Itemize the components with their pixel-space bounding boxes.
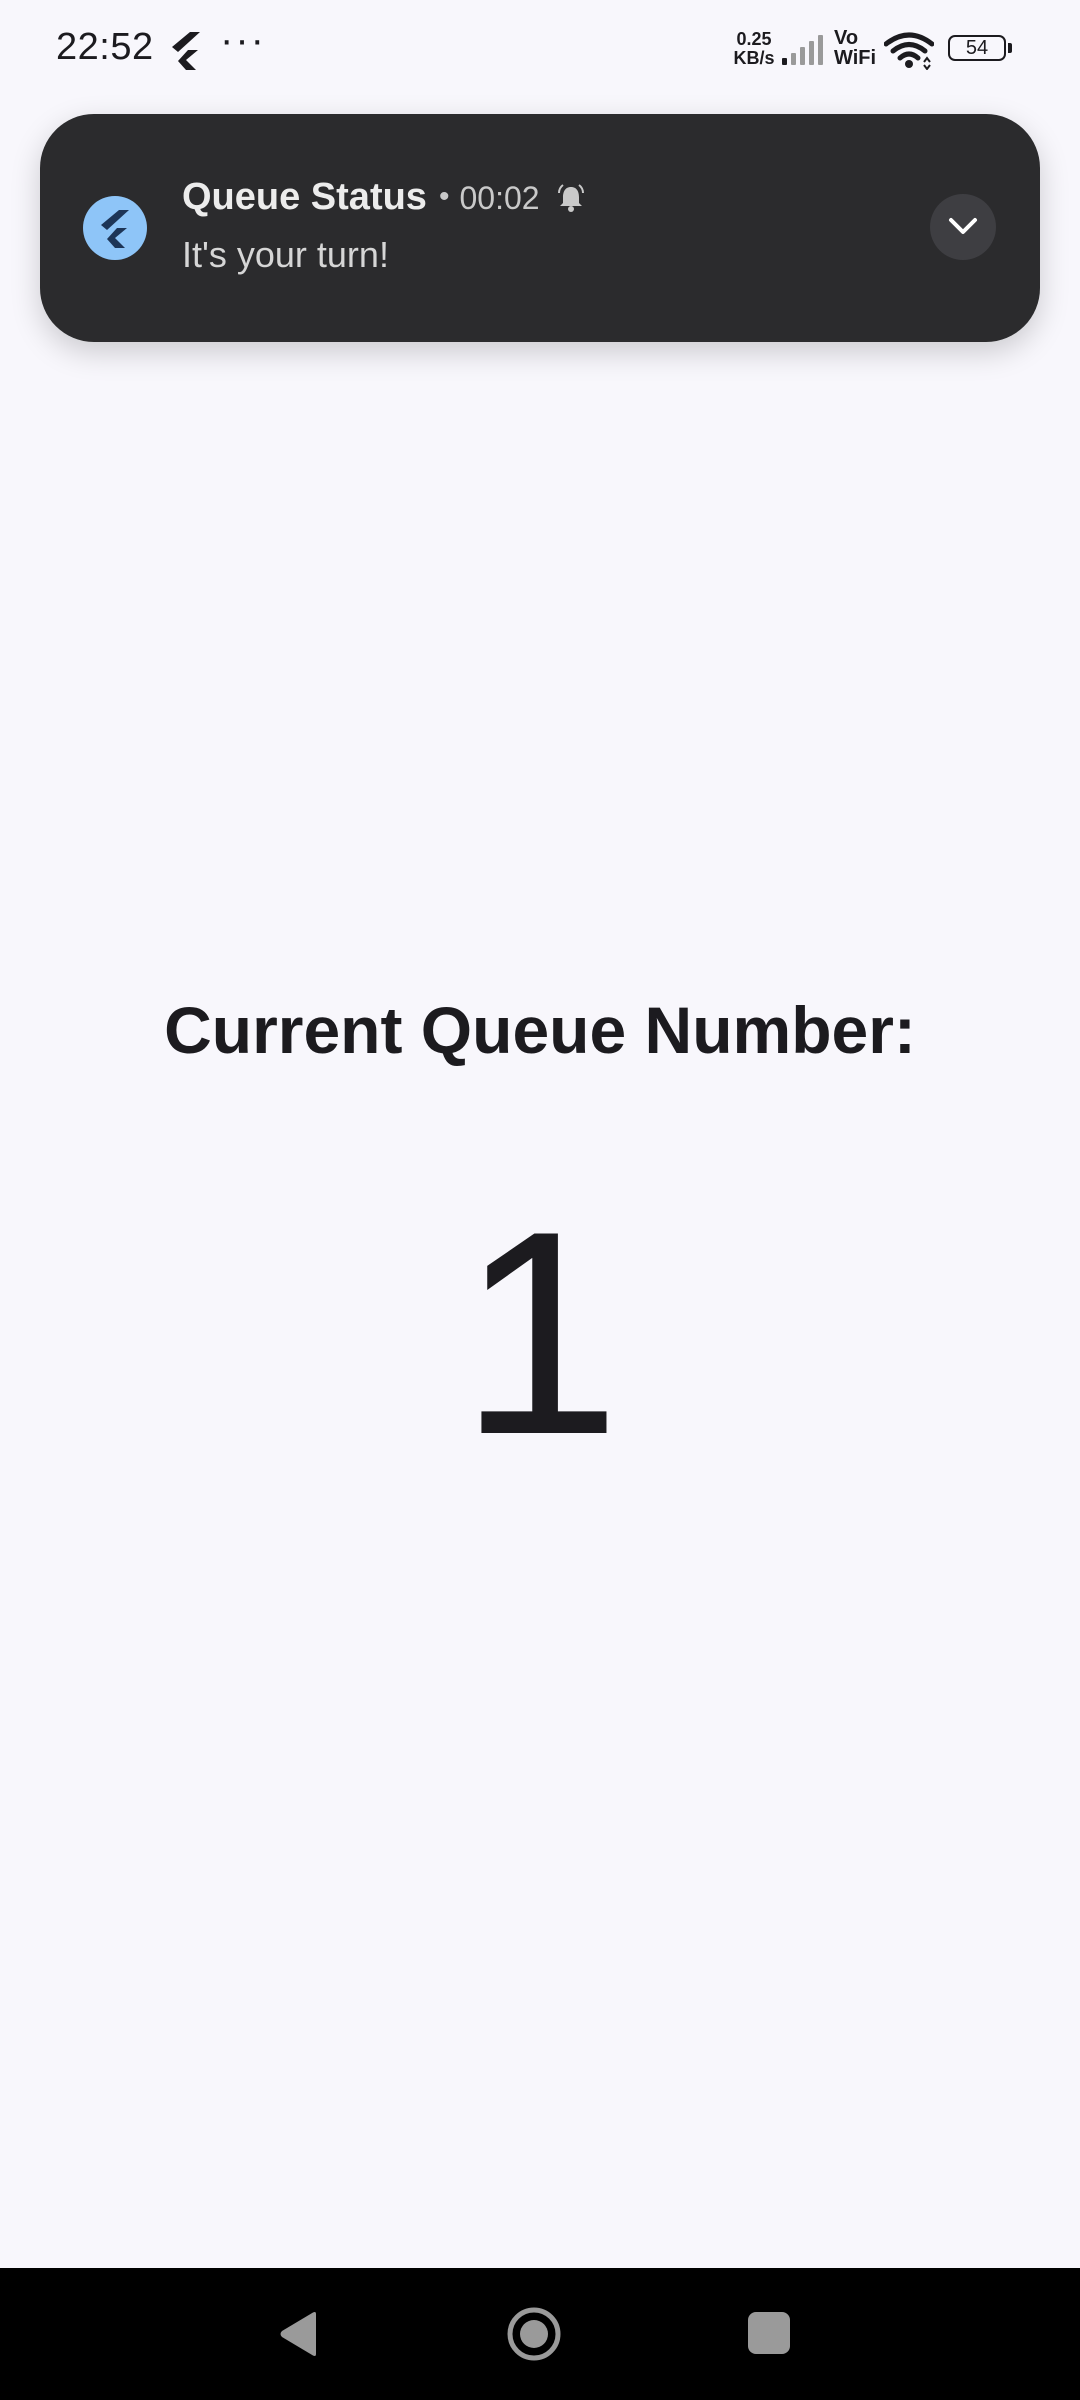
network-speed-unit: KB/s — [733, 48, 775, 68]
queue-number-label: Current Queue Number: — [164, 993, 916, 1067]
status-time: 22:52 — [56, 26, 154, 68]
battery-icon: 54 — [948, 35, 1014, 65]
notification-time: 00:02 — [459, 180, 540, 216]
notification-separator: • — [438, 180, 450, 213]
notification-title: Queue Status — [182, 176, 427, 218]
square-recents-icon[interactable] — [748, 2312, 790, 2354]
queue-status-notification[interactable]: Queue Status • 00:02 It's your turn! — [40, 114, 1040, 342]
notification-body: It's your turn! — [182, 234, 389, 275]
bell-ringing-icon — [557, 184, 584, 212]
queue-number-value: 1 — [459, 1171, 621, 1495]
vowifi-bottom: WiFi — [834, 47, 877, 69]
wifi-icon — [884, 32, 934, 70]
flutter-logo-glyph — [101, 210, 129, 248]
vowifi-top: Vo — [834, 27, 859, 49]
signal-icon — [782, 35, 823, 65]
vowifi-indicator: Vo WiFi — [834, 28, 876, 68]
flutter-app-icon — [172, 32, 200, 70]
circle-home-icon[interactable] — [506, 2306, 562, 2362]
expand-notification-button[interactable] — [930, 194, 996, 260]
more-notifications-indicator: ··· — [220, 18, 266, 62]
triangle-back-icon[interactable] — [276, 2310, 322, 2358]
network-speed: 0.25 KB/s — [730, 30, 778, 68]
chevron-down-icon — [949, 218, 977, 234]
system-navigation-bar — [0, 2268, 1080, 2400]
battery-level: 54 — [948, 35, 1006, 61]
network-speed-value: 0.25 — [736, 29, 772, 49]
notification-header: Queue Status • 00:02 — [182, 176, 586, 219]
flutter-logo-icon — [83, 196, 147, 260]
status-bar: 22:52 ··· 0.25 KB/s Vo WiFi 54 — [0, 0, 1080, 100]
battery-tip — [1008, 43, 1012, 53]
